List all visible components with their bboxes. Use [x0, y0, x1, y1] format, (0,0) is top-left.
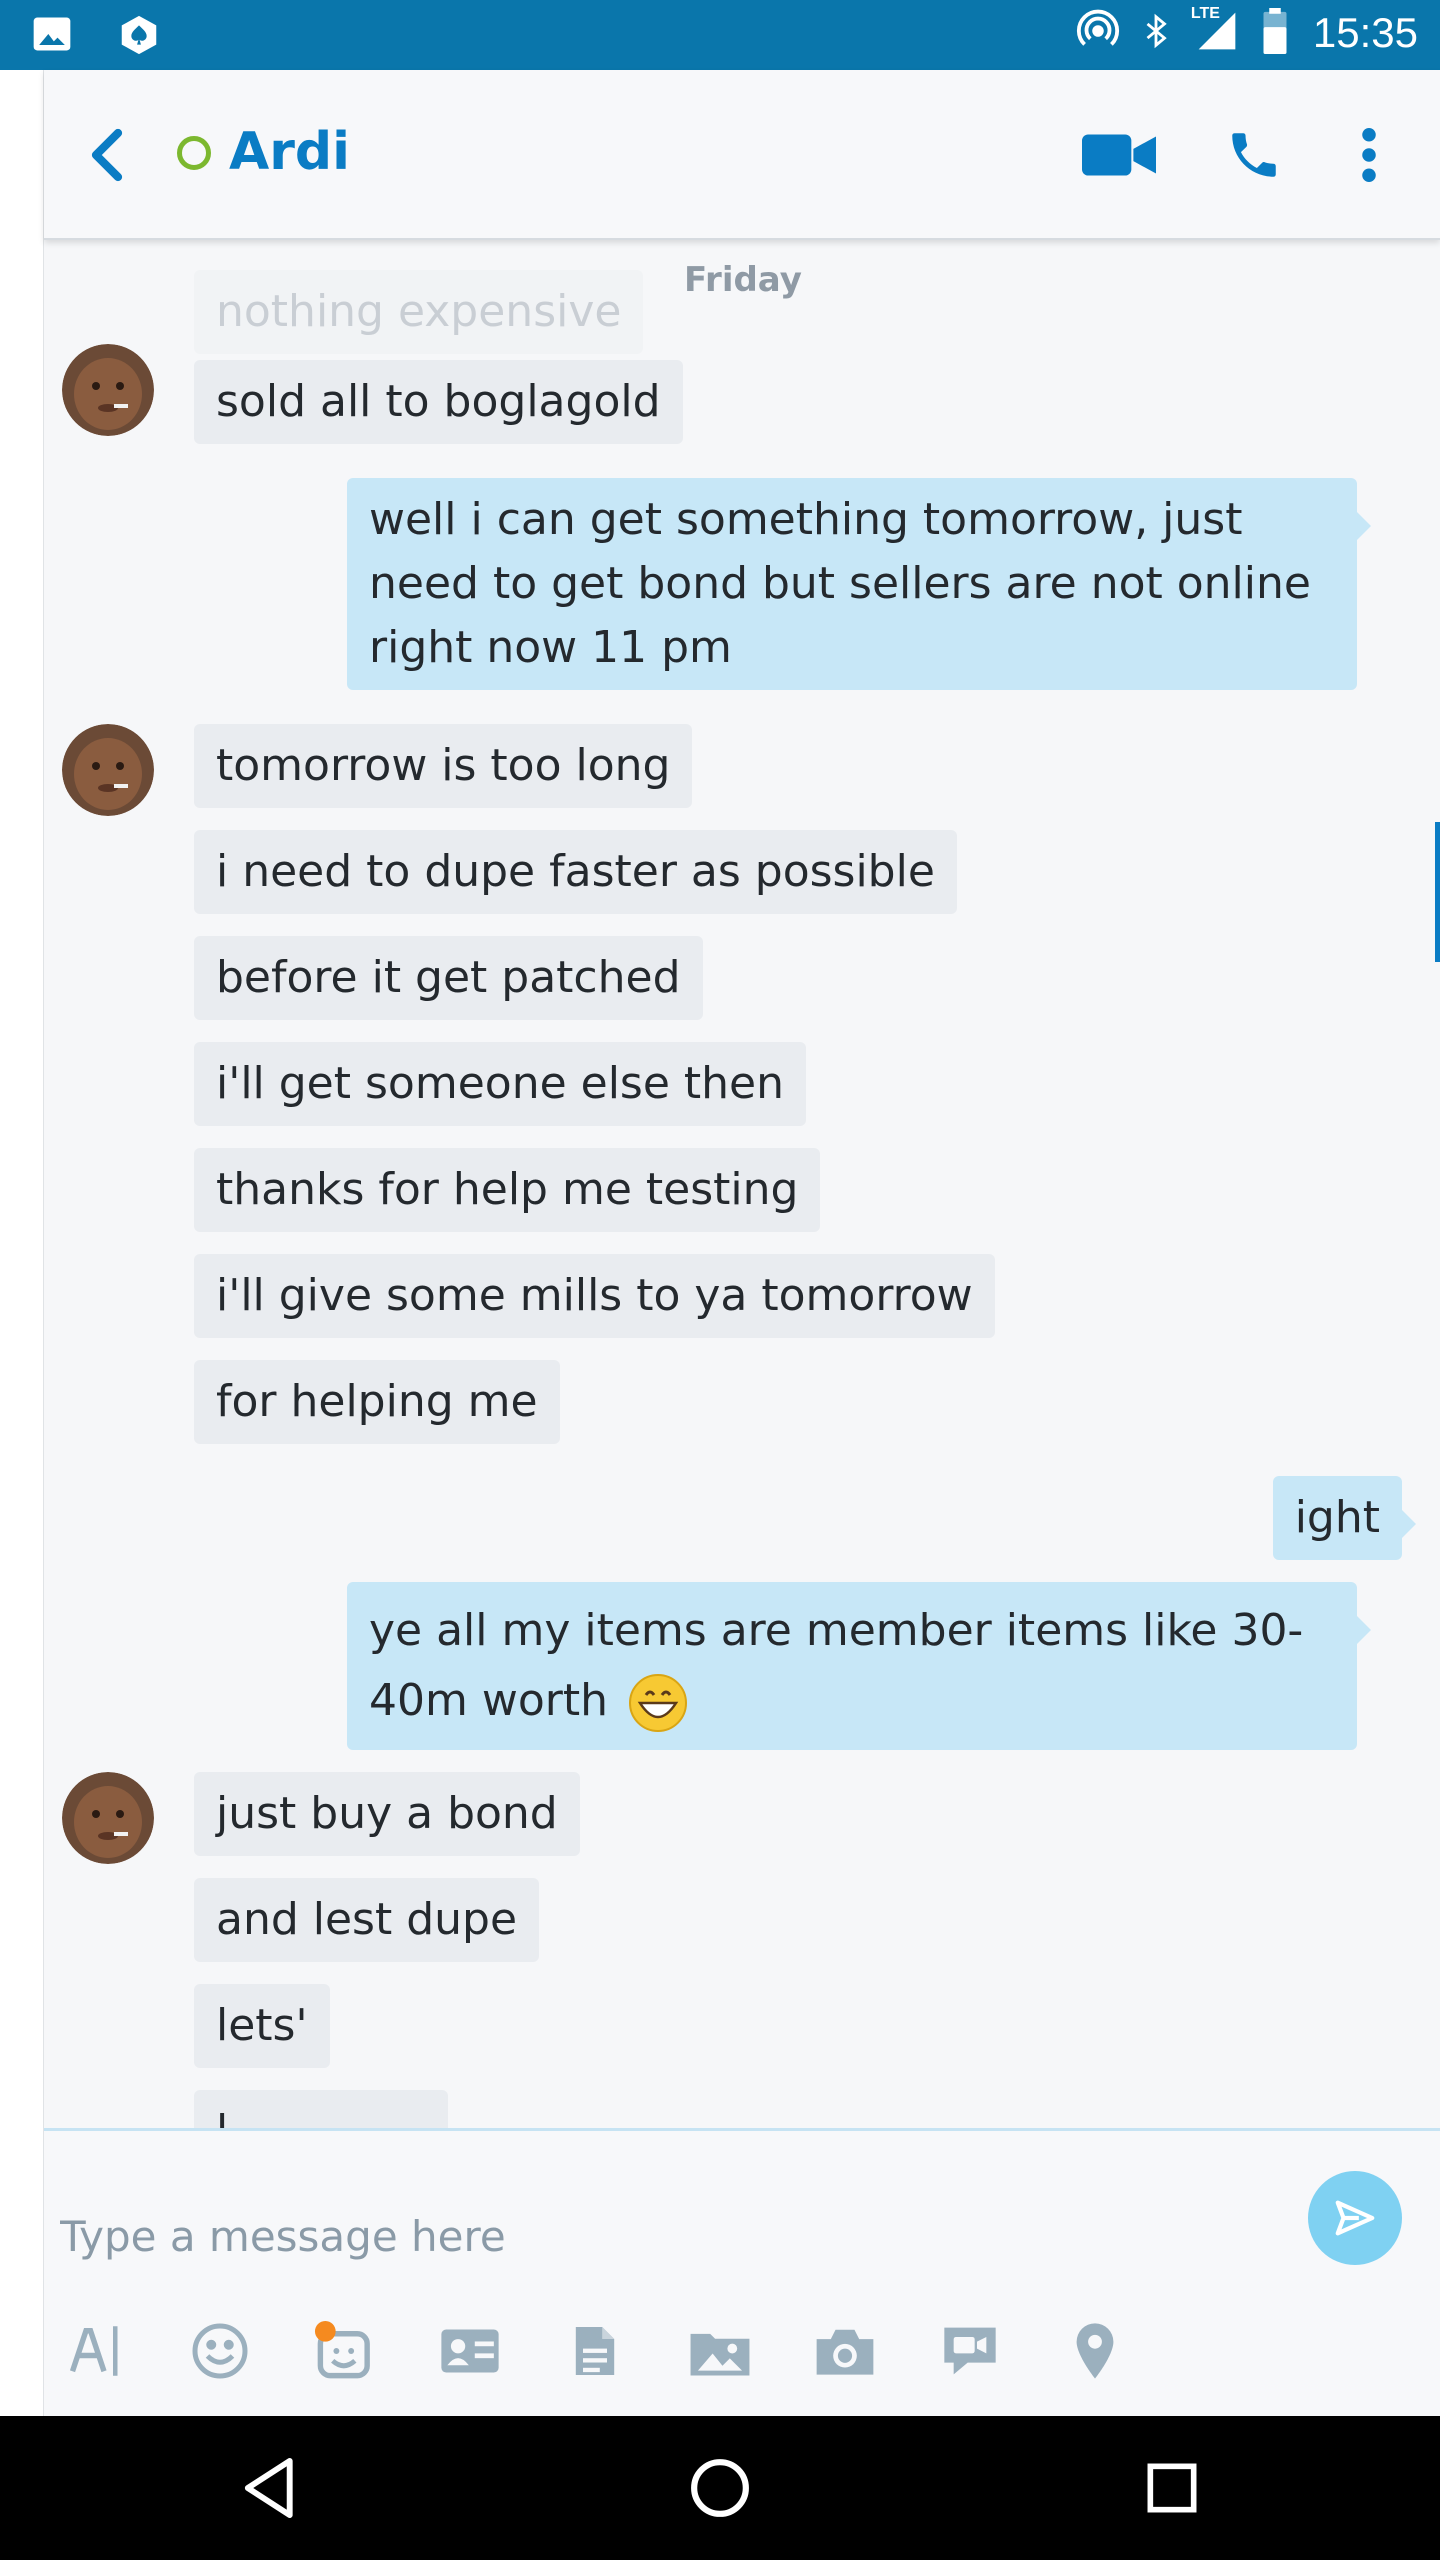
message-bubble-incoming[interactable]: i need to dupe faster as possible: [194, 830, 957, 914]
nav-recents-icon: [1147, 2463, 1197, 2513]
nav-recents-button[interactable]: [1132, 2448, 1212, 2528]
hotspot-icon: [1075, 8, 1121, 58]
back-icon: [91, 128, 123, 182]
location-button[interactable]: [1060, 2311, 1130, 2391]
contact-name[interactable]: Ardi: [229, 122, 350, 182]
nav-home-button[interactable]: [680, 2448, 760, 2528]
contact-avatar[interactable]: [62, 1772, 154, 1864]
text-format-icon: [69, 2326, 118, 2376]
message-bubble-outgoing[interactable]: ight: [1272, 1476, 1417, 1560]
contact-card-icon: [441, 2329, 499, 2373]
message-text: ye all my items are member items like 30…: [369, 1605, 1304, 1726]
message-bubble-incoming[interactable]: lets': [194, 1984, 330, 2068]
media-album-button[interactable]: [685, 2311, 755, 2391]
mojis-icon: [314, 2320, 370, 2379]
message-bubble-incoming[interactable]: i'll give some mills to ya tomorrow: [194, 1254, 995, 1338]
voice-call-button[interactable]: [1214, 120, 1294, 190]
compose-toolbar: [60, 2311, 1160, 2391]
status-bar: LTE 15:35: [0, 0, 1440, 70]
file-button[interactable]: [560, 2311, 630, 2391]
contact-avatar[interactable]: [62, 344, 154, 436]
network-type-label: LTE: [1190, 5, 1220, 22]
camera-icon: [816, 2329, 874, 2375]
message-bubble-incoming[interactable]: before it get patched: [194, 936, 703, 1020]
conversation-header: Ardi: [44, 70, 1440, 240]
message-bubble-incoming[interactable]: sold all to boglagold: [194, 360, 683, 444]
message-bubble-incoming[interactable]: i'll get someone else then: [194, 1042, 807, 1126]
compose-bar: [44, 2128, 1440, 2416]
mojis-button[interactable]: [310, 2311, 380, 2391]
contact-card-button[interactable]: [435, 2311, 505, 2391]
phone-icon: [1232, 133, 1276, 177]
scrollbar[interactable]: [1435, 822, 1440, 962]
grinning-face-icon: [628, 1673, 688, 1733]
nav-back-icon: [244, 2457, 293, 2519]
video-message-button[interactable]: [935, 2311, 1005, 2391]
message-bubble-incoming[interactable]: tomorrow is too long: [194, 724, 693, 808]
clock: 15:35: [1312, 9, 1418, 56]
presence-indicator: [177, 136, 211, 170]
day-separator: Friday: [684, 260, 802, 300]
message-list[interactable]: Friday nothing expensive sold all to bog…: [44, 240, 1440, 2128]
video-call-icon: [1082, 134, 1156, 176]
poker-app-icon: [114, 12, 164, 62]
bluetooth-icon: [1139, 9, 1173, 57]
video-message-icon: [944, 2327, 996, 2375]
left-edge-strip: [0, 70, 44, 2416]
file-icon: [575, 2327, 615, 2375]
send-button[interactable]: [1308, 2171, 1402, 2265]
message-input[interactable]: [60, 2191, 1280, 2281]
media-album-icon: [690, 2333, 750, 2376]
emoticon-button[interactable]: [185, 2311, 255, 2391]
message-bubble-incoming[interactable]: for helping me: [194, 1360, 560, 1444]
battery-icon: [1261, 8, 1289, 58]
system-nav-bar: [0, 2416, 1440, 2560]
send-icon: [1335, 2200, 1375, 2236]
nav-home-icon: [691, 2459, 749, 2517]
back-button[interactable]: [72, 120, 142, 190]
nav-back-button[interactable]: [230, 2448, 310, 2528]
emoticon-icon: [192, 2323, 248, 2379]
message-bubble-incoming[interactable]: just buy a bond: [194, 1772, 580, 1856]
camera-button[interactable]: [810, 2311, 880, 2391]
message-bubble-outgoing[interactable]: ye all my items are member items like 30…: [347, 1582, 1371, 1750]
more-vert-icon: [1362, 128, 1376, 182]
location-icon: [1076, 2323, 1114, 2379]
message-bubble-incoming[interactable]: nothing expensive: [194, 270, 644, 354]
message-bubble-incoming[interactable]: thanks for help me testing: [194, 1148, 821, 1232]
message-bubble-incoming[interactable]: and lest dupe: [194, 1878, 540, 1962]
message-bubble-incoming[interactable]: l: [194, 2090, 448, 2128]
message-bubble-outgoing[interactable]: well i can get something tomorrow, just …: [347, 478, 1371, 690]
contact-avatar[interactable]: [62, 724, 154, 816]
text-format-button[interactable]: [60, 2311, 130, 2391]
gallery-icon: [30, 12, 74, 62]
signal-icon: LTE: [1191, 5, 1243, 57]
video-call-button[interactable]: [1074, 120, 1164, 190]
more-options-button[interactable]: [1344, 120, 1394, 190]
